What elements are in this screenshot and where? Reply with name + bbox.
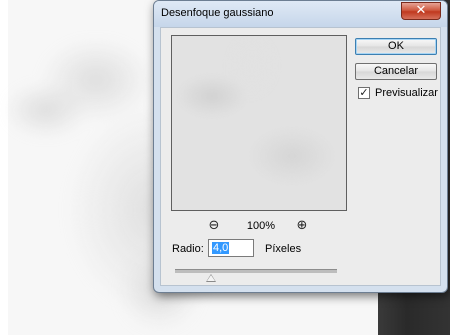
- zoom-level: 100%: [246, 220, 276, 232]
- radius-value: 4,0: [212, 242, 230, 254]
- zoom-in-icon[interactable]: ⊕: [294, 218, 310, 234]
- checkmark-icon: ✓: [359, 86, 369, 99]
- close-button[interactable]: ✕: [401, 2, 441, 20]
- preview-checkbox-label: Previsualizar: [375, 87, 438, 99]
- radius-input[interactable]: 4,0: [208, 239, 254, 257]
- dialog-body: ⊖ 100% ⊕ Radio: 4,0 Píxeles OK Cancelar …: [160, 27, 441, 286]
- dialog-title: Desenfoque gaussiano: [161, 7, 274, 19]
- preview-pane[interactable]: [171, 35, 347, 211]
- ok-button[interactable]: OK: [355, 38, 437, 55]
- gaussian-blur-dialog: Desenfoque gaussiano ✕ ⊖ 100% ⊕ Radio: 4…: [153, 0, 448, 293]
- radius-slider-track[interactable]: [175, 269, 337, 273]
- zoom-out-icon[interactable]: ⊖: [206, 218, 222, 234]
- preview-checkbox[interactable]: ✓: [358, 87, 370, 99]
- dialog-titlebar[interactable]: Desenfoque gaussiano ✕: [154, 1, 447, 27]
- close-icon: ✕: [415, 3, 427, 18]
- zoom-controls: ⊖ 100% ⊕: [171, 218, 347, 234]
- radius-label: Radio:: [172, 243, 204, 255]
- preview-image: [172, 36, 346, 210]
- cancel-button[interactable]: Cancelar: [355, 63, 437, 80]
- radius-unit: Píxeles: [265, 243, 302, 255]
- radius-slider-thumb[interactable]: [205, 274, 216, 282]
